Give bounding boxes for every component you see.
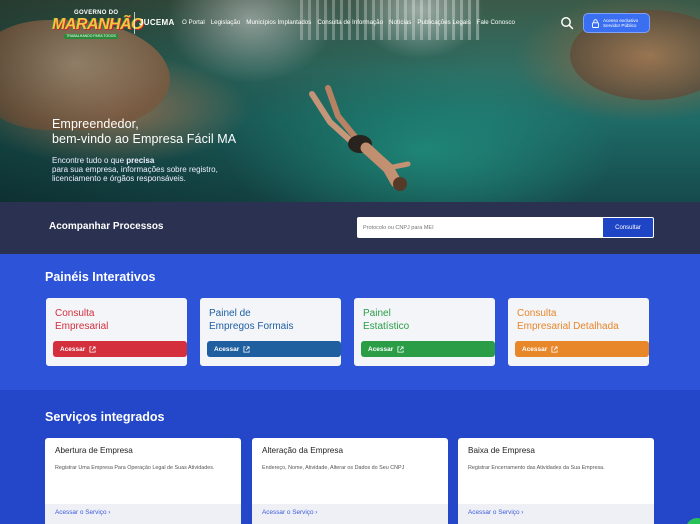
servico-card-title: Baixa de Empresa — [468, 446, 535, 455]
chevron-right-icon: › — [521, 509, 524, 516]
menu-item-consulta[interactable]: Consulta de Informação — [317, 19, 383, 26]
servicos-section: Serviços integrados Abertura de Empresa … — [0, 390, 700, 524]
acessar-servico-label: Acessar o Serviço — [468, 509, 520, 516]
hero-title-line: Empreendedor, — [52, 117, 139, 131]
hero-title: Empreendedor, bem-vindo ao Empresa Fácil… — [52, 117, 236, 147]
menu-item-noticias[interactable]: Notícias — [389, 19, 411, 26]
acessar-label: Acessar — [522, 345, 548, 353]
painel-card-consulta-detalhada: Consulta Empresarial Detalhada Acessar — [508, 298, 649, 366]
acessar-servico-label: Acessar o Serviço — [262, 509, 314, 516]
servidor-text: Acesso exclusivo Servidor Público — [603, 18, 638, 29]
menu-item-publicacoes[interactable]: Publicações Legais — [417, 19, 470, 26]
servico-card-alteracao: Alteração da Empresa Endereço, Nome, Ati… — [252, 438, 448, 524]
hero-subtitle-line: para sua empresa, informações sobre regi… — [52, 165, 218, 174]
external-link-icon — [89, 345, 96, 353]
acessar-button[interactable]: Acessar — [207, 341, 341, 357]
acessar-button[interactable]: Acessar — [53, 341, 187, 357]
servico-card-title: Alteração da Empresa — [262, 446, 344, 455]
paineis-title: Painéis Interativos — [45, 270, 156, 284]
hero-subtitle-text: Encontre tudo o que — [52, 156, 127, 165]
menu-item-portal[interactable]: O Portal — [182, 19, 205, 26]
painel-card-title-line: Consulta — [55, 308, 95, 319]
top-navbar: GOVERNO DO MARANHÃO TRABALHANDO PARA TOD… — [0, 8, 700, 39]
acessar-label: Acessar — [214, 345, 240, 353]
menu-item-municipios[interactable]: Municípios Implantados — [246, 19, 311, 26]
painel-card-estatistico: Painel Estatístico Acessar — [354, 298, 495, 366]
search-icon[interactable] — [560, 16, 574, 30]
external-link-icon — [397, 345, 404, 353]
acessar-label: Acessar — [60, 345, 86, 353]
painel-card-empregos-formais: Painel de Empregos Formais Acessar — [200, 298, 341, 366]
acessar-button[interactable]: Acessar — [361, 341, 495, 357]
servidor-line: Servidor Público — [603, 23, 637, 28]
protocolo-input[interactable] — [357, 217, 603, 238]
logo-divider — [134, 12, 135, 34]
servico-card-desc: Registrar Encerramento das Atividades da… — [468, 465, 605, 471]
painel-card-title: Painel de Empregos Formais — [209, 307, 293, 333]
servico-card-desc: Endereço, Nome, Atividade, Alterar os Da… — [262, 465, 405, 471]
painel-card-title-line: Consulta — [517, 308, 557, 319]
main-menu: O Portal Legislação Municípios Implantad… — [182, 19, 515, 26]
hero-subtitle-bold: precisa — [126, 156, 155, 165]
jucema-logo[interactable]: JUCEMA — [139, 18, 175, 27]
painel-card-consulta-empresarial: Consulta Empresarial Acessar — [46, 298, 187, 366]
painel-card-title: Consulta Empresarial Detalhada — [517, 307, 619, 333]
servico-card-abertura: Abertura de Empresa Registrar Uma Empres… — [45, 438, 241, 524]
chevron-right-icon: › — [108, 509, 111, 516]
menu-item-fale-conosco[interactable]: Fale Conosco — [477, 19, 515, 26]
hero-subtitle: Encontre tudo o que precisa para sua emp… — [52, 156, 218, 183]
painel-card-title-line: Empresarial — [55, 321, 109, 332]
acessar-servico-link[interactable]: Acessar o Serviço › — [468, 509, 523, 516]
hero-subtitle-line: licenciamento e órgãos responsáveis. — [52, 174, 186, 183]
acompanhar-title: Acompanhar Processos — [49, 221, 164, 232]
acessar-button[interactable]: Acessar — [515, 341, 649, 357]
external-link-icon — [243, 345, 250, 353]
servidor-publico-button[interactable]: Acesso exclusivo Servidor Público — [583, 13, 650, 33]
acessar-servico-label: Acessar o Serviço — [55, 509, 107, 516]
acessar-servico-link[interactable]: Acessar o Serviço › — [55, 509, 110, 516]
external-link-icon — [551, 345, 558, 353]
painel-card-title-line: Painel de — [209, 308, 251, 319]
logo-word: MARANHÃO — [52, 16, 144, 33]
paineis-section: Painéis Interativos Consulta Empresarial… — [0, 254, 700, 390]
painel-card-title-line: Empregos Formais — [209, 321, 294, 332]
lock-icon — [592, 18, 599, 28]
maranhao-logo[interactable]: GOVERNO DO MARANHÃO TRABALHANDO PARA TOD… — [52, 10, 144, 39]
servicos-title: Serviços integrados — [45, 410, 165, 424]
acessar-servico-link[interactable]: Acessar o Serviço › — [262, 509, 317, 516]
painel-card-title-line: Empresarial Detalhada — [517, 321, 619, 332]
painel-card-title: Consulta Empresarial — [55, 307, 108, 333]
acompanhar-processos-bar: Acompanhar Processos Consultar — [0, 202, 700, 254]
painel-card-title-line: Estatístico — [363, 321, 410, 332]
painel-card-title-line: Painel — [363, 308, 391, 319]
servico-card-baixa: Baixa de Empresa Registrar Encerramento … — [458, 438, 654, 524]
logo-tagline: TRABALHANDO PARA TODOS — [64, 34, 118, 39]
servico-card-title: Abertura de Empresa — [55, 446, 133, 455]
chevron-right-icon: › — [315, 509, 318, 516]
hero-title-line: bem-vindo ao Empresa Fácil MA — [52, 132, 237, 146]
acessar-label: Acessar — [368, 345, 394, 353]
menu-item-legislacao[interactable]: Legislação — [211, 19, 241, 26]
servico-card-desc: Registrar Uma Empresa Para Operação Lega… — [55, 465, 215, 471]
hero-subtitle-line: Encontre tudo o que precisa — [52, 156, 218, 165]
painel-card-title: Painel Estatístico — [363, 307, 409, 333]
consultar-button[interactable]: Consultar — [603, 217, 654, 238]
